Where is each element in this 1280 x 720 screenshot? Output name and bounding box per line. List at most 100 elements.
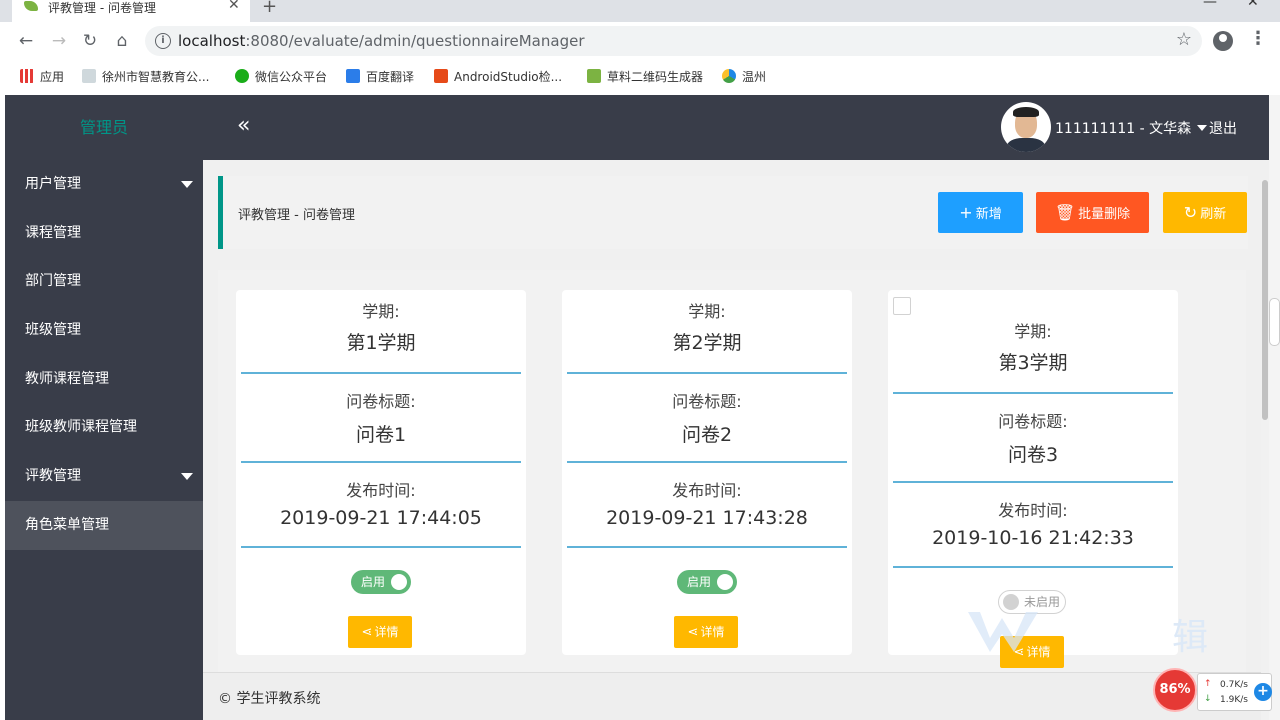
translate-icon bbox=[346, 69, 360, 83]
accelerate-plus-icon[interactable]: + bbox=[1254, 683, 1272, 701]
date-value: 2019-10-16 21:42:33 bbox=[932, 527, 1134, 549]
title-value: 问卷3 bbox=[1007, 444, 1059, 466]
title-value: 问卷2 bbox=[681, 424, 733, 446]
bookmark-wenzhou[interactable]: 温州 bbox=[722, 68, 766, 85]
batch-delete-button[interactable]: 🗑 批量删除 bbox=[1036, 192, 1149, 233]
url-text: localhost:8080/evaluate/admin/questionna… bbox=[178, 32, 585, 50]
sidebar-item-class-teacher-courses[interactable]: 班级教师课程管理 bbox=[5, 403, 203, 452]
select-checkbox[interactable] bbox=[893, 297, 911, 315]
browser-tab[interactable]: 评教管理 - 问卷管理 ✕ bbox=[12, 0, 250, 22]
title-label: 问卷标题: bbox=[998, 412, 1068, 431]
site-info-icon[interactable]: i bbox=[155, 33, 171, 49]
wenzhou-icon bbox=[722, 69, 736, 83]
sidebar-item-evaluation[interactable]: 评教管理 bbox=[5, 452, 203, 501]
toolbar-panel: 评教管理 - 问卷管理 + 新增 🗑 批量删除 ↻ 刷新 bbox=[218, 176, 1248, 249]
expand-caret-icon bbox=[181, 181, 193, 188]
net-speed-panel: ↑ 0.7K/s ↓ 1.9K/s + bbox=[1197, 673, 1272, 711]
sidebar-item-departments[interactable]: 部门管理 bbox=[5, 257, 203, 306]
footer: © 学生评教系统 bbox=[203, 672, 1269, 720]
sidebar-item-users[interactable]: 用户管理 bbox=[5, 160, 203, 209]
divider bbox=[567, 546, 847, 548]
term-label: 学期: bbox=[688, 302, 726, 321]
date-label: 发布时间: bbox=[346, 481, 416, 500]
profile-icon[interactable] bbox=[1213, 31, 1233, 51]
divider bbox=[893, 566, 1173, 568]
detail-button[interactable]: ⋖ 详情 bbox=[674, 616, 738, 648]
divider bbox=[567, 372, 847, 374]
forward-icon[interactable]: → bbox=[47, 29, 71, 53]
status-toggle[interactable]: 启用 bbox=[351, 570, 411, 594]
plus-icon: + bbox=[959, 203, 973, 222]
apps-grid-icon bbox=[20, 69, 34, 83]
browser-menu-icon[interactable]: ⋮ bbox=[1249, 28, 1267, 49]
term-value: 第1学期 bbox=[346, 332, 416, 354]
expand-caret-icon bbox=[181, 473, 193, 481]
copyright-text: © 学生评教系统 bbox=[218, 691, 321, 707]
bookmark-xuzhou[interactable]: 徐州市智慧教育公... bbox=[82, 68, 209, 85]
divider bbox=[241, 546, 521, 548]
bookmark-baidu-translate[interactable]: 百度翻译 bbox=[346, 68, 414, 85]
wechat-icon bbox=[235, 69, 249, 83]
sidebar-item-role-menu[interactable]: 角色菜单管理 bbox=[5, 500, 203, 550]
questionnaire-card: 学期: 第3学期 问卷标题: 问卷3 发布时间: 2019-10-16 21:4… bbox=[888, 290, 1178, 668]
content-scrollbar-thumb[interactable] bbox=[1262, 180, 1268, 420]
bookmark-qrcode[interactable]: 草料二维码生成器 bbox=[587, 68, 703, 85]
user-menu[interactable]: 111111111 - 文华森 bbox=[1055, 118, 1208, 138]
sidebar-item-teacher-courses[interactable]: 教师课程管理 bbox=[5, 355, 203, 404]
bookmark-androidstudio[interactable]: AndroidStudio检... bbox=[434, 68, 562, 85]
reload-icon[interactable]: ↻ bbox=[78, 29, 102, 53]
qrcode-icon bbox=[587, 69, 601, 83]
home-icon[interactable]: ⌂ bbox=[110, 29, 134, 53]
divider bbox=[241, 372, 521, 374]
date-label: 发布时间: bbox=[998, 501, 1068, 520]
address-bar[interactable]: i localhost:8080/evaluate/admin/question… bbox=[145, 26, 1202, 56]
status-toggle[interactable]: 启用 bbox=[677, 570, 737, 594]
back-icon[interactable]: ← bbox=[14, 29, 38, 53]
bookmark-apps[interactable]: 应用 bbox=[20, 68, 64, 85]
avatar[interactable] bbox=[1001, 102, 1051, 152]
window-scroll-track bbox=[1269, 95, 1280, 720]
new-tab-icon[interactable]: + bbox=[262, 0, 277, 17]
trash-icon: 🗑 bbox=[1054, 203, 1076, 222]
download-speed: 1.9K/s bbox=[1220, 695, 1248, 705]
refresh-icon: ↻ bbox=[1183, 203, 1198, 222]
date-value: 2019-09-21 17:44:05 bbox=[280, 507, 482, 529]
bookmark-wechat[interactable]: 微信公众平台 bbox=[235, 68, 327, 85]
breadcrumb: 评教管理 - 问卷管理 bbox=[238, 208, 355, 223]
close-tab-icon[interactable]: ✕ bbox=[228, 0, 240, 13]
bookmark-star-icon[interactable]: ☆ bbox=[1176, 29, 1192, 50]
bookmarks-bar: 应用 徐州市智慧教育公... 微信公众平台 百度翻译 AndroidStudio… bbox=[0, 60, 1280, 94]
admin-app: 管理员 « 111111111 - 文华森 退出 用户管理 课程管理 部门管理 … bbox=[5, 95, 1269, 720]
date-value: 2019-09-21 17:43:28 bbox=[606, 507, 808, 529]
term-value: 第3学期 bbox=[998, 352, 1068, 374]
term-label: 学期: bbox=[362, 302, 400, 321]
sidebar-item-courses[interactable]: 课程管理 bbox=[5, 209, 203, 258]
refresh-button[interactable]: ↻ 刷新 bbox=[1163, 192, 1247, 233]
term-label: 学期: bbox=[1014, 322, 1052, 341]
share-icon: ⋖ bbox=[687, 625, 699, 640]
minimize-icon[interactable]: — bbox=[1203, 0, 1217, 10]
window-scroll-handle[interactable] bbox=[1269, 298, 1280, 346]
detail-button[interactable]: ⋖ 详情 bbox=[348, 616, 412, 648]
page-icon bbox=[82, 69, 96, 83]
header-bar: 管理员 « 111111111 - 文华森 退出 bbox=[5, 95, 1269, 160]
upload-speed: 0.7K/s bbox=[1220, 680, 1248, 690]
questionnaire-card: 学期: 第1学期 问卷标题: 问卷1 发布时间: 2019-09-21 17:4… bbox=[236, 290, 526, 655]
brand-title: 管理员 bbox=[79, 118, 128, 137]
main-content: 评教管理 - 问卷管理 + 新增 🗑 批量删除 ↻ 刷新 学期: 第1学期 问卷标题:… bbox=[203, 160, 1269, 720]
browser-toolbar: ← → ↻ ⌂ i localhost:8080/evaluate/admin/… bbox=[0, 22, 1280, 60]
divider bbox=[893, 481, 1173, 483]
close-window-icon[interactable]: ✕ bbox=[1247, 0, 1259, 10]
caret-down-icon bbox=[1197, 125, 1208, 131]
add-button[interactable]: + 新增 bbox=[938, 192, 1023, 233]
download-arrow-icon: ↓ bbox=[1204, 694, 1212, 704]
browser-tab-strip: 评教管理 - 问卷管理 ✕ + — ✕ bbox=[0, 0, 1280, 22]
tab-title: 评教管理 - 问卷管理 bbox=[48, 1, 156, 15]
sidebar: 用户管理 课程管理 部门管理 班级管理 教师课程管理 班级教师课程管理 评教管理… bbox=[5, 160, 203, 720]
title-value: 问卷1 bbox=[355, 424, 407, 446]
logout-link[interactable]: 退出 bbox=[1209, 118, 1237, 138]
collapse-sidebar-icon[interactable]: « bbox=[237, 113, 250, 138]
jian-icon bbox=[434, 69, 448, 83]
net-usage-ball[interactable]: 86% bbox=[1153, 668, 1197, 712]
sidebar-item-classes[interactable]: 班级管理 bbox=[5, 306, 203, 355]
